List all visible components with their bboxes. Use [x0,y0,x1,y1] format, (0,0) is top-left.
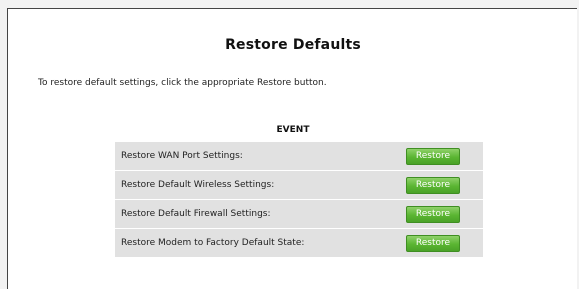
event-column-header: EVENT [276,125,310,135]
restore-table: Restore WAN Port Settings: Restore Resto… [115,142,483,258]
restore-defaults-panel: Restore Defaults To restore default sett… [7,8,577,289]
restore-firewall-label: Restore Default Firewall Settings: [121,209,271,219]
restore-wan-row: Restore WAN Port Settings: Restore [115,142,483,171]
restore-factory-row: Restore Modem to Factory Default State: … [115,229,483,258]
instructions-text: To restore default settings, click the a… [38,78,327,88]
restore-factory-label: Restore Modem to Factory Default State: [121,238,305,248]
restore-wan-label: Restore WAN Port Settings: [121,151,243,161]
restore-firewall-button[interactable]: Restore [406,206,460,223]
page-title: Restore Defaults [225,37,361,53]
restore-wireless-row: Restore Default Wireless Settings: Resto… [115,171,483,200]
restore-wan-button[interactable]: Restore [406,148,460,165]
restore-firewall-row: Restore Default Firewall Settings: Resto… [115,200,483,229]
restore-wireless-label: Restore Default Wireless Settings: [121,180,275,190]
restore-factory-button[interactable]: Restore [406,235,460,252]
restore-wireless-button[interactable]: Restore [406,177,460,194]
